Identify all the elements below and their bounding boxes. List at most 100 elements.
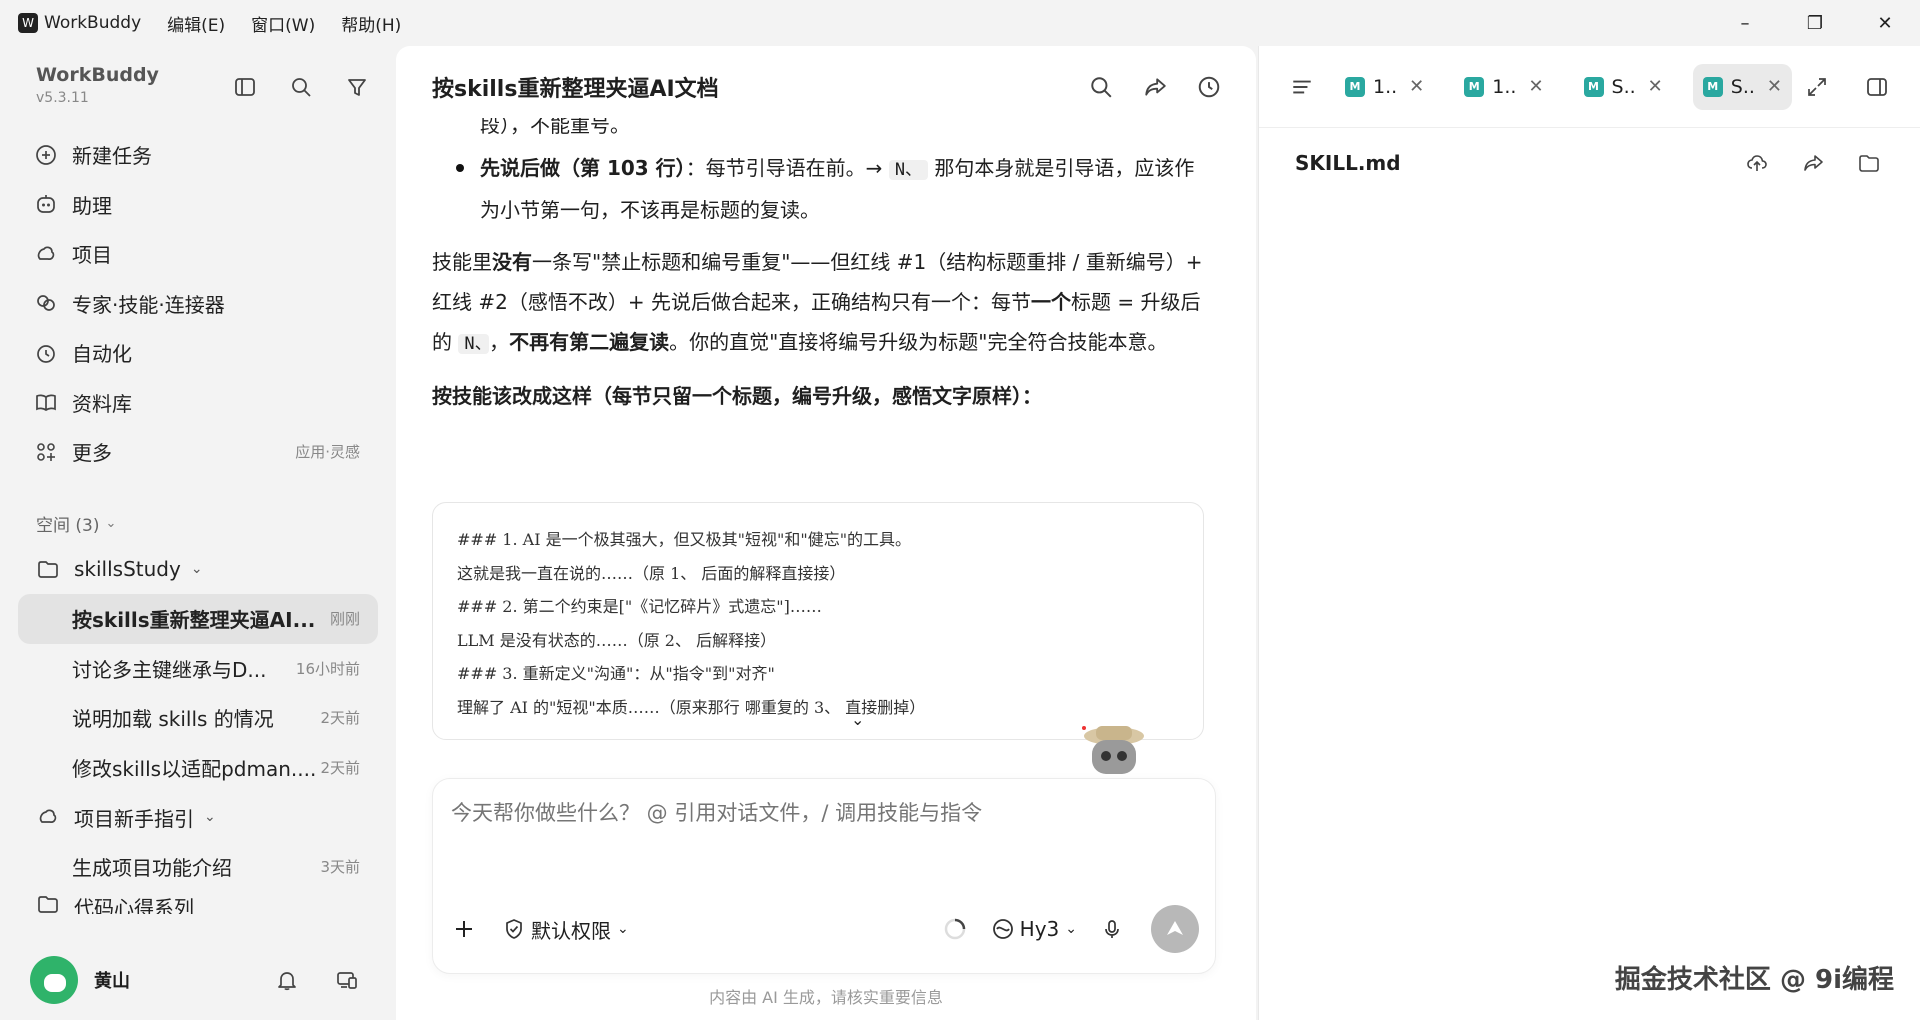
app-logo-icon: W xyxy=(18,13,38,33)
share-icon[interactable] xyxy=(1142,74,1168,100)
folder-label: 项目新手指引 xyxy=(74,806,194,831)
close-icon[interactable]: ✕ xyxy=(1409,76,1424,97)
sidebar: WorkBuddy v5.3.11 新建任务 助理 项目 专家·技能·连接器 自… xyxy=(0,46,396,1020)
clock-icon xyxy=(34,341,58,365)
nav-new-task[interactable]: 新建任务 xyxy=(20,130,380,180)
book-icon xyxy=(34,390,58,414)
search-icon[interactable] xyxy=(1088,74,1114,100)
chevron-down-icon[interactable]: ⌄ xyxy=(851,703,864,737)
version-label: v5.3.11 xyxy=(36,90,89,106)
task-tree: skillsStudy ⌄ 按skills重新整理夹逼AI... 刚刚 讨论多主… xyxy=(18,544,378,914)
ai-disclaimer: 内容由 AI 生成，请核实重要信息 xyxy=(709,988,943,1007)
text: ， xyxy=(489,330,510,354)
nav-more-hint: 应用·灵感 xyxy=(295,443,360,462)
microphone-icon[interactable] xyxy=(1099,916,1125,942)
task-label: 修改skills以适配pdman.... xyxy=(72,756,317,781)
maximize-button[interactable]: ❐ xyxy=(1780,0,1850,46)
task-label: 按skills重新整理夹逼AI... xyxy=(72,608,316,633)
toggle-sidebar-icon[interactable] xyxy=(232,74,258,100)
code-block[interactable]: ### 1. AI 是一个极其强大，但又极其"短视"和"健忘"的工具。 这就是我… xyxy=(432,502,1204,740)
add-attachment-button[interactable] xyxy=(451,916,477,942)
menu-window[interactable]: 窗口(W) xyxy=(251,11,315,36)
nav-automation[interactable]: 自动化 xyxy=(20,328,380,378)
menu-list-icon[interactable] xyxy=(1289,74,1315,100)
file-tab[interactable]: M 1.. ✕ xyxy=(1454,64,1553,110)
task-label: 讨论多主键继承与D... xyxy=(72,657,267,682)
menu-help[interactable]: 帮助(H) xyxy=(341,11,401,36)
file-header: SKILL.md xyxy=(1259,128,1920,198)
chat-input[interactable] xyxy=(451,801,1191,825)
folder-icon xyxy=(36,892,60,914)
mascot-icon xyxy=(1072,714,1152,784)
tab-label: S.. xyxy=(1730,75,1755,98)
task-time: 刚刚 xyxy=(329,610,360,629)
close-window-button[interactable]: ✕ xyxy=(1850,0,1920,46)
grid-icon xyxy=(34,440,58,464)
tab-label: 1.. xyxy=(1492,75,1517,98)
history-icon[interactable] xyxy=(1196,74,1222,100)
task-item[interactable]: 生成项目功能介绍 3天前 xyxy=(18,842,378,892)
partial-text: 段），不能重号。 xyxy=(432,118,1212,142)
file-tab[interactable]: M 1.. ✕ xyxy=(1335,64,1434,110)
permission-label: 默认权限 xyxy=(531,918,611,943)
filter-icon[interactable] xyxy=(344,74,370,100)
list-item: 先说后做（第 103 行）：每节引导语在前。→ N、 那句本身就是引导语，应该作… xyxy=(432,148,1212,230)
chevron-down-icon: ⌄ xyxy=(1065,921,1077,937)
markdown-file-icon: M xyxy=(1583,76,1604,97)
model-label: Hy3 xyxy=(1019,917,1060,941)
close-icon[interactable]: ✕ xyxy=(1767,76,1782,97)
space-label: 空间 (3) xyxy=(36,516,100,536)
tab-label: 1.. xyxy=(1373,75,1398,98)
task-time: 16小时前 xyxy=(295,659,360,678)
code-line: ### 1. AI 是一个极其强大，但又极其"短视"和"健忘"的工具。 xyxy=(457,530,912,549)
nav-label: 专家·技能·连接器 xyxy=(72,292,225,317)
search-icon[interactable] xyxy=(288,74,314,100)
app-name: WorkBuddy xyxy=(44,13,142,33)
close-icon[interactable]: ✕ xyxy=(1648,76,1663,97)
task-item[interactable]: 说明加载 skills 的情况 2天前 xyxy=(18,693,378,743)
task-item-active[interactable]: 按skills重新整理夹逼AI... 刚刚 xyxy=(18,594,378,644)
send-button[interactable] xyxy=(1151,905,1199,953)
folder-code-notes[interactable]: 代码心得系列 xyxy=(18,892,378,914)
task-time: 2天前 xyxy=(320,709,360,728)
share-icon[interactable] xyxy=(1800,150,1826,176)
upload-icon[interactable] xyxy=(1744,150,1770,176)
nav-project[interactable]: 项目 xyxy=(20,229,380,279)
bell-icon[interactable] xyxy=(274,967,300,993)
toggle-panel-icon[interactable] xyxy=(1864,74,1890,100)
brand: WorkBuddy v5.3.11 xyxy=(36,64,159,106)
avatar[interactable] xyxy=(30,956,78,1004)
devices-icon[interactable] xyxy=(334,967,360,993)
nav-more[interactable]: 更多 应用·灵感 xyxy=(20,427,380,477)
code-line: LLM 是没有状态的……（原 2、 后解释接） xyxy=(457,630,777,650)
model-select[interactable]: Hy3 ⌄ xyxy=(992,917,1077,941)
chevron-down-icon: ⌄ xyxy=(204,809,216,825)
task-item[interactable]: 修改skills以适配pdman.... 2天前 xyxy=(18,743,378,793)
permission-select[interactable]: 默认权限 ⌄ xyxy=(503,915,629,944)
space-header[interactable]: 空间 (3) ⌄ xyxy=(36,511,116,536)
file-tab[interactable]: M S.. ✕ xyxy=(1574,64,1673,110)
task-label: 生成项目功能介绍 xyxy=(72,856,232,881)
code-line: ### 2. 第二个约束是["《记忆碎片》式遗忘"]…… xyxy=(457,597,822,617)
folder-project-guide[interactable]: 项目新手指引 ⌄ xyxy=(18,792,378,842)
file-tab-active[interactable]: M S.. ✕ xyxy=(1692,63,1792,110)
expert-icon xyxy=(34,291,58,315)
plus-circle-icon xyxy=(34,143,58,167)
task-item[interactable]: 讨论多主键继承与D... 16小时前 xyxy=(18,644,378,694)
close-icon[interactable]: ✕ xyxy=(1528,76,1543,97)
expand-icon[interactable] xyxy=(1804,74,1830,100)
menu-edit[interactable]: 编辑(E) xyxy=(167,11,225,36)
minimize-button[interactable]: – xyxy=(1710,0,1780,46)
nav-label: 更多 xyxy=(72,441,112,466)
bold-text: 不再有第二遍复读 xyxy=(509,330,670,354)
nav-assistant[interactable]: 助理 xyxy=(20,180,380,230)
project-icon xyxy=(34,242,58,266)
main-nav: 新建任务 助理 项目 专家·技能·连接器 自动化 资料库 更多 应用·灵感 xyxy=(20,130,380,477)
nav-library[interactable]: 资料库 xyxy=(20,378,380,428)
nav-experts[interactable]: 专家·技能·连接器 xyxy=(20,279,380,329)
open-folder-icon[interactable] xyxy=(1856,150,1882,176)
project-icon xyxy=(36,805,60,829)
folder-skillsstudy[interactable]: skillsStudy ⌄ xyxy=(18,544,378,594)
nav-label: 资料库 xyxy=(72,391,132,416)
section-heading: 按技能该改成这样（每节只留一个标题，编号升级，感悟文字原样）： xyxy=(432,384,1042,408)
